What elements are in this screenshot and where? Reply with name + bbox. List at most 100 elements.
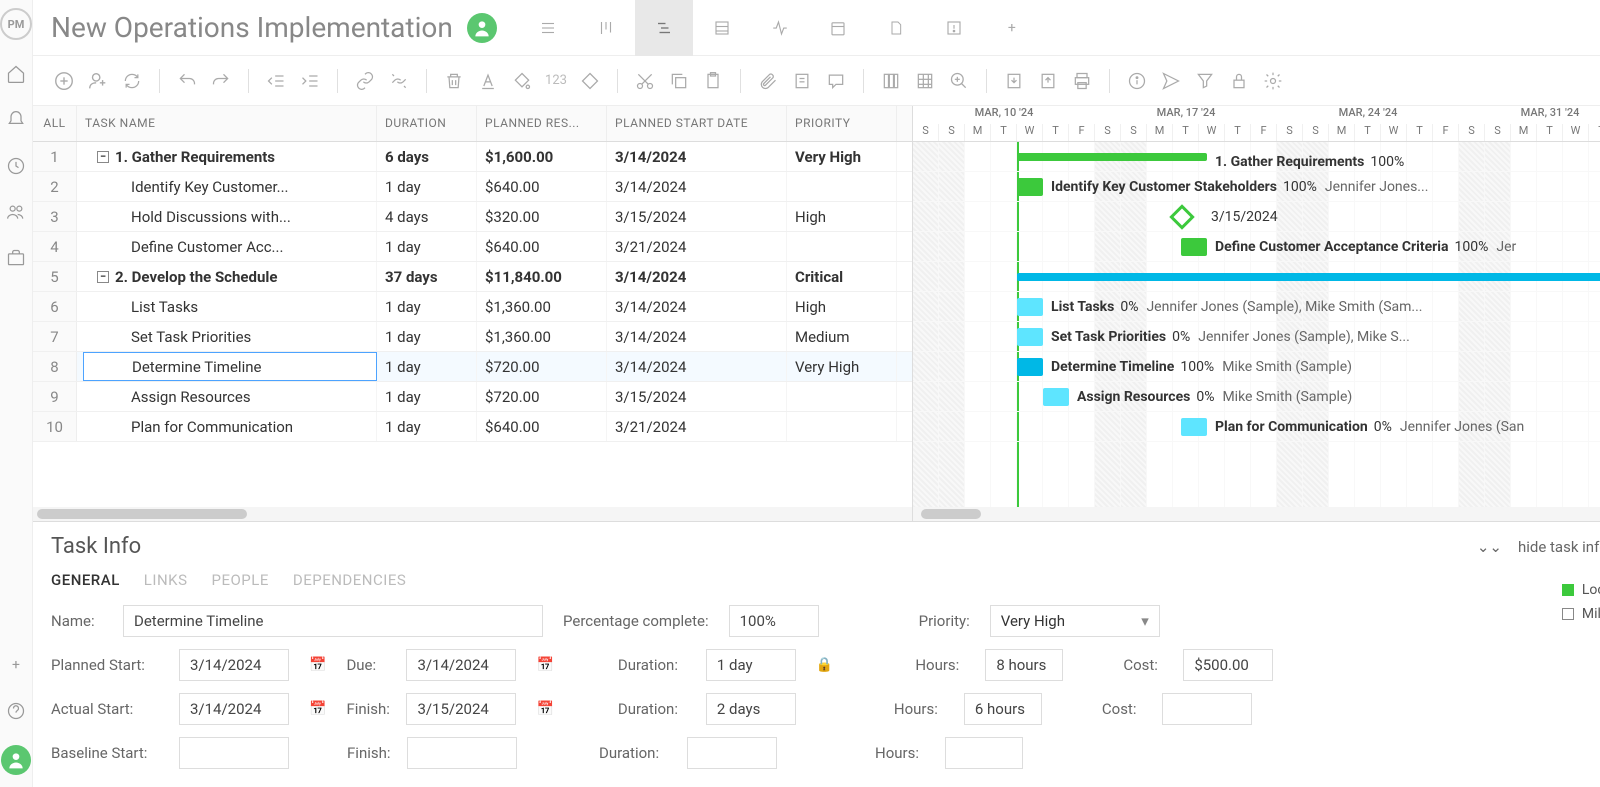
view-gantt-icon[interactable] <box>635 0 693 56</box>
bstart-input[interactable] <box>179 737 289 769</box>
cost2-input[interactable] <box>1162 693 1252 725</box>
name-input[interactable] <box>123 605 543 637</box>
tab-links[interactable]: LINKS <box>144 571 188 589</box>
table-row[interactable]: 10Plan for Communication1 day$640.003/21… <box>33 412 912 442</box>
home-icon[interactable] <box>4 62 28 86</box>
chevron-down-icon[interactable]: ⌄⌄ <box>1477 538 1502 556</box>
gantt-chart: MAR, 10 '24MAR, 17 '24MAR, 24 '24MAR, 31… <box>913 106 1600 521</box>
fill-color-icon[interactable] <box>509 68 535 94</box>
due-input[interactable] <box>406 649 516 681</box>
table-row[interactable]: 7Set Task Priorities1 day$1,360.003/14/2… <box>33 322 912 352</box>
hide-task-info-button[interactable]: hide task info <box>1518 538 1600 556</box>
briefcase-icon[interactable] <box>4 246 28 270</box>
grid-icon[interactable] <box>912 68 938 94</box>
bdur-input[interactable] <box>687 737 777 769</box>
table-row[interactable]: 4Define Customer Acc...1 day$640.003/21/… <box>33 232 912 262</box>
columns-icon[interactable] <box>878 68 904 94</box>
print-icon[interactable] <box>1069 68 1095 94</box>
text-color-icon[interactable] <box>475 68 501 94</box>
duration2-input[interactable] <box>706 693 796 725</box>
number-icon[interactable]: 123 <box>543 68 569 94</box>
settings-icon[interactable] <box>1260 68 1286 94</box>
hours2-input[interactable] <box>964 693 1042 725</box>
pct-input[interactable] <box>729 605 819 637</box>
view-activity-icon[interactable] <box>751 0 809 56</box>
note-icon[interactable] <box>789 68 815 94</box>
calendar-icon[interactable]: 📅 <box>309 701 326 717</box>
view-add-icon[interactable]: + <box>983 0 1041 56</box>
gantt-scrollbar[interactable] <box>913 507 1600 521</box>
table-row[interactable]: 9Assign Resources1 day$720.003/15/2024 <box>33 382 912 412</box>
bell-icon[interactable] <box>4 108 28 132</box>
col-priority[interactable]: PRIORITY <box>787 106 897 141</box>
unlink-icon[interactable] <box>386 68 412 94</box>
calendar-lock-icon[interactable]: 📅 <box>536 657 553 673</box>
zoom-icon[interactable] <box>946 68 972 94</box>
clock-icon[interactable] <box>4 154 28 178</box>
col-resources[interactable]: PLANNED RES... <box>477 106 607 141</box>
lock-icon[interactable] <box>1226 68 1252 94</box>
assign-icon[interactable] <box>85 68 111 94</box>
calendar-icon[interactable]: 📅 <box>536 701 553 717</box>
view-list-icon[interactable] <box>519 0 577 56</box>
add-task-icon[interactable] <box>51 68 77 94</box>
project-avatar[interactable] <box>467 13 497 43</box>
calendar-lock-icon[interactable]: 📅 <box>309 657 326 673</box>
label-hours2: Hours: <box>894 700 944 718</box>
tab-general[interactable]: GENERAL <box>51 571 120 589</box>
duration-input[interactable] <box>706 649 796 681</box>
view-sheet-icon[interactable] <box>693 0 751 56</box>
bfinish-input[interactable] <box>407 737 517 769</box>
undo-icon[interactable] <box>174 68 200 94</box>
label-bfinish: Finish: <box>347 744 387 762</box>
bhours-input[interactable] <box>945 737 1023 769</box>
hours-input[interactable] <box>985 649 1063 681</box>
priority-select[interactable]: Very High <box>990 605 1160 637</box>
redo-icon[interactable] <box>208 68 234 94</box>
table-row[interactable]: 2Identify Key Customer...1 day$640.003/1… <box>33 172 912 202</box>
grid-scrollbar[interactable] <box>33 507 912 521</box>
info-icon[interactable] <box>1124 68 1150 94</box>
filter-icon[interactable] <box>1192 68 1218 94</box>
cost-input[interactable] <box>1183 649 1273 681</box>
outdent-icon[interactable] <box>263 68 289 94</box>
table-row[interactable]: 5−2. Develop the Schedule37 days$11,840.… <box>33 262 912 292</box>
import-icon[interactable] <box>1001 68 1027 94</box>
indent-icon[interactable] <box>297 68 323 94</box>
table-row[interactable]: 6List Tasks1 day$1,360.003/14/2024High <box>33 292 912 322</box>
view-risk-icon[interactable] <box>925 0 983 56</box>
view-calendar-icon[interactable] <box>809 0 867 56</box>
copy-icon[interactable] <box>666 68 692 94</box>
cut-icon[interactable] <box>632 68 658 94</box>
app-logo[interactable]: PM <box>0 8 32 40</box>
send-icon[interactable] <box>1158 68 1184 94</box>
export-icon[interactable] <box>1035 68 1061 94</box>
col-name[interactable]: TASK NAME <box>77 106 377 141</box>
user-avatar[interactable] <box>1 745 31 775</box>
col-duration[interactable]: DURATION <box>377 106 477 141</box>
help-icon[interactable] <box>4 699 28 723</box>
finish-input[interactable] <box>406 693 516 725</box>
col-date[interactable]: PLANNED START DATE <box>607 106 787 141</box>
comment-icon[interactable] <box>823 68 849 94</box>
attachment-icon[interactable] <box>755 68 781 94</box>
paste-icon[interactable] <box>700 68 726 94</box>
link-icon[interactable] <box>352 68 378 94</box>
col-all[interactable]: ALL <box>33 106 77 141</box>
view-board-icon[interactable] <box>577 0 635 56</box>
delete-icon[interactable] <box>441 68 467 94</box>
people-icon[interactable] <box>4 200 28 224</box>
plus-icon[interactable]: + <box>4 653 28 677</box>
label-cost2: Cost: <box>1102 700 1142 718</box>
table-row[interactable]: 3Hold Discussions with...4 days$320.003/… <box>33 202 912 232</box>
table-row[interactable]: 1−1. Gather Requirements6 days$1,600.003… <box>33 142 912 172</box>
header: New Operations Implementation + <box>33 0 1600 56</box>
tab-people[interactable]: PEOPLE <box>211 571 268 589</box>
pstart-input[interactable] <box>179 649 289 681</box>
table-row[interactable]: 8Determine Timeline1 day$720.003/14/2024… <box>33 352 912 382</box>
refresh-icon[interactable] <box>119 68 145 94</box>
astart-input[interactable] <box>179 693 289 725</box>
view-file-icon[interactable] <box>867 0 925 56</box>
tab-dependencies[interactable]: DEPENDENCIES <box>293 571 406 589</box>
milestone-icon[interactable] <box>577 68 603 94</box>
